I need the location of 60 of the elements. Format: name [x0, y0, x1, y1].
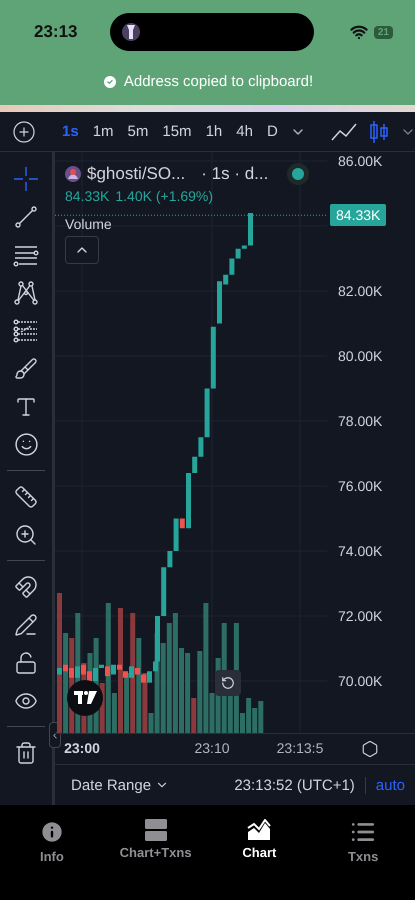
reset-icon — [221, 676, 235, 690]
reset-button[interactable] — [215, 670, 241, 696]
price-tick: 70.00K — [338, 673, 382, 689]
symbol-details: · 1s · d... — [201, 164, 268, 184]
interval-tab[interactable]: 1m — [86, 123, 120, 140]
wifi-icon — [350, 23, 368, 41]
pencil-icon — [14, 612, 38, 636]
candles-icon — [368, 120, 390, 144]
price-change: 1.40K (+1.69%) — [115, 188, 214, 204]
logo-icon — [67, 680, 103, 716]
nav-tab[interactable]: Chart — [208, 819, 312, 869]
price-tick: 86.00K — [338, 153, 382, 169]
price-value: 84.33K — [65, 188, 110, 204]
last-price-label: 84.33K — [330, 204, 386, 226]
toast-message: Address copied to clipboard! — [124, 73, 314, 90]
token-logo-icon — [65, 166, 81, 182]
price-tick: 80.00K — [338, 348, 382, 364]
line-icon — [13, 204, 39, 230]
interval-tab[interactable]: 15m — [156, 123, 198, 140]
interval-tab[interactable]: 5m — [122, 123, 154, 140]
smiley-icon — [14, 432, 38, 457]
plus-icon — [12, 120, 36, 144]
crosshair-icon — [13, 166, 39, 192]
zoom-in-icon — [14, 522, 38, 546]
brush-icon — [14, 356, 38, 380]
nav-tab[interactable]: Info — [0, 819, 104, 869]
lock-icon — [14, 650, 38, 674]
interval-tab[interactable]: D — [260, 123, 284, 140]
interval-tab[interactable]: 1h — [200, 123, 228, 140]
time-tick: 23:10 — [194, 740, 230, 756]
time-tick: 23:00 — [64, 740, 100, 756]
line-chart-icon — [330, 120, 358, 142]
settings-icon[interactable] — [361, 740, 379, 758]
area-chart-icon — [247, 819, 272, 841]
time-tick: 23:13:5 — [276, 740, 324, 756]
interval-tab[interactable]: 1s — [56, 123, 85, 140]
flashlight-icon — [122, 21, 140, 43]
check-icon — [102, 74, 118, 90]
time-zone-clock: 23:13:52 (UTC+1) — [234, 776, 366, 794]
price-tick: 72.00K — [338, 608, 382, 624]
pattern-icon — [13, 280, 39, 306]
date-range-button[interactable]: Date Range — [71, 776, 170, 794]
study-name: Volume — [65, 216, 112, 232]
levels-icon — [13, 318, 39, 344]
price-tick: 82.00K — [338, 283, 382, 299]
collapse-button[interactable] — [65, 236, 99, 264]
battery-icon: 21 — [374, 26, 393, 38]
price-tick: 78.00K — [338, 413, 382, 429]
ruler-icon — [14, 484, 38, 508]
split-view-icon — [144, 819, 167, 841]
trash-icon — [14, 740, 38, 764]
magnet-icon — [14, 574, 38, 598]
clock: 23:13 — [34, 22, 78, 42]
interval-tab[interactable]: 4h — [230, 123, 259, 140]
nav-tab[interactable]: Chart+Txns — [104, 819, 208, 869]
symbol-name: $ghosti/SO... — [87, 164, 186, 184]
price-tick: 74.00K — [338, 543, 382, 559]
nav-tab[interactable]: Txns — [311, 819, 415, 869]
auto-scale-button[interactable]: auto — [366, 776, 415, 794]
price-tick: 76.00K — [338, 478, 382, 494]
